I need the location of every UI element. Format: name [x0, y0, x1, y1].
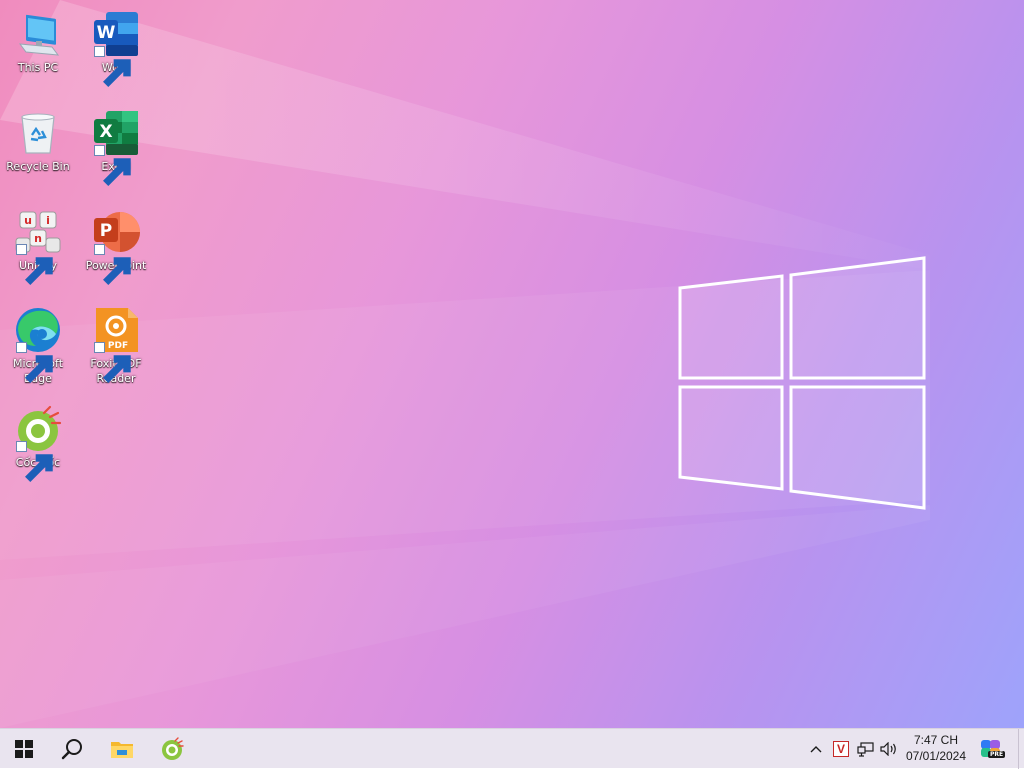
unikey-icon: u i n: [14, 208, 62, 285]
desktop-icon-recycle-bin[interactable]: Recycle Bin: [0, 101, 76, 193]
windows-start-icon: [15, 740, 33, 758]
shortcut-arrow-icon: [16, 342, 53, 383]
computer-icon: [14, 10, 62, 58]
desktop-icon-powerpoint[interactable]: P PowerPoint: [78, 200, 154, 292]
taskbar: V 7:47 CH 07/01/2024 PRE: [0, 728, 1024, 769]
foxit-pdf-icon: PDF: [92, 306, 140, 383]
start-button[interactable]: [0, 729, 48, 769]
ime-label: V: [836, 742, 845, 756]
desktop[interactable]: This PC Recycle Bin u i n UniKey Microso…: [0, 0, 1024, 728]
svg-text:i: i: [46, 214, 50, 227]
svg-text:P: P: [100, 221, 112, 241]
shortcut-arrow-icon: [16, 441, 53, 482]
recycle-bin-icon: [14, 109, 62, 157]
shortcut-arrow-icon: [94, 342, 131, 383]
taskbar-file-explorer[interactable]: [98, 729, 146, 769]
desktop-icon-label: This PC: [17, 61, 59, 74]
shortcut-arrow-icon: [94, 145, 131, 186]
coccoc-icon: [162, 737, 184, 760]
desktop-icon-unikey[interactable]: u i n UniKey: [0, 200, 76, 292]
windows-logo-wallpaper-icon: [678, 256, 926, 510]
taskbar-coccoc[interactable]: [148, 729, 196, 769]
svg-text:W: W: [97, 23, 116, 43]
shortcut-arrow-icon: [94, 244, 131, 285]
excel-icon: X: [92, 109, 140, 186]
desktop-icon-word[interactable]: W Word: [78, 2, 154, 94]
desktop-icon-excel[interactable]: X Excel: [78, 101, 154, 193]
tray-overflow-button[interactable]: [806, 729, 826, 769]
search-icon: [61, 739, 82, 760]
word-icon: W: [92, 10, 140, 87]
svg-text:u: u: [24, 214, 32, 227]
svg-text:X: X: [99, 122, 112, 142]
svg-text:n: n: [34, 232, 42, 245]
taskbar-clock[interactable]: 7:47 CH 07/01/2024: [900, 732, 972, 766]
powerpoint-icon: P: [92, 208, 140, 285]
folder-icon: [111, 742, 133, 758]
desktop-icon-coccoc[interactable]: Cốc Cốc: [0, 397, 76, 489]
desktop-icon-foxit-pdf-reader[interactable]: PDF Foxit PDF Reader: [78, 298, 154, 390]
shortcut-arrow-icon: [94, 46, 131, 87]
shortcut-arrow-icon: [16, 244, 53, 285]
tray-copilot[interactable]: PRE: [976, 729, 1006, 769]
clock-time: 7:47 CH: [913, 733, 959, 747]
ime-badge: V: [833, 741, 849, 757]
copilot-badge: PRE: [988, 751, 1006, 758]
edge-icon: [14, 306, 62, 383]
chevron-up-icon: [810, 746, 822, 753]
tray-volume[interactable]: [878, 729, 900, 769]
volume-icon: [880, 742, 896, 756]
desktop-icon-this-pc[interactable]: This PC: [0, 2, 76, 94]
clock-date: 07/01/2024: [905, 749, 967, 763]
network-icon: [856, 741, 874, 757]
search-button[interactable]: [48, 729, 96, 769]
tray-network[interactable]: [854, 729, 876, 769]
show-desktop-button[interactable]: [1018, 729, 1024, 769]
tray-ime-unikey[interactable]: V: [829, 729, 853, 769]
desktop-icon-label: Recycle Bin: [6, 160, 70, 173]
coccoc-icon: [14, 405, 62, 482]
desktop-icon-microsoft-edge[interactable]: Microsoft Edge: [0, 298, 76, 390]
